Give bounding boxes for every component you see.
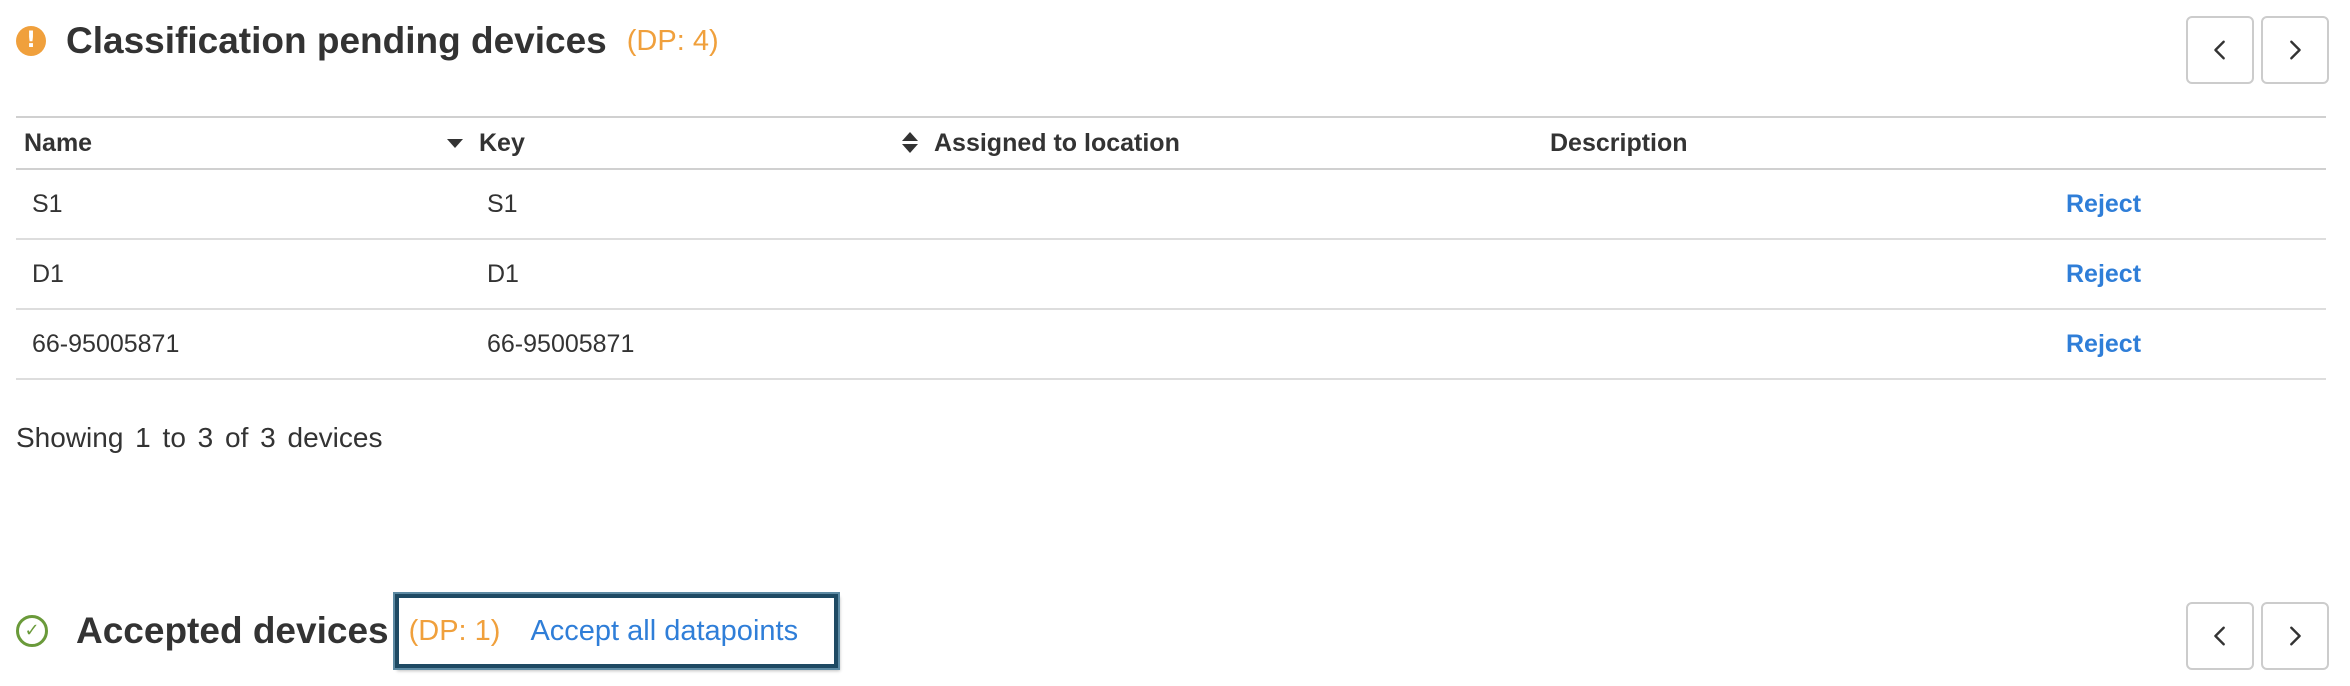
table-row: D1 D1 Reject <box>16 240 2326 310</box>
cell-key: 66-95005871 <box>487 329 635 358</box>
column-header-key-label: Key <box>479 128 525 157</box>
sort-unsorted-icon <box>902 132 918 154</box>
column-header-location: Assigned to location <box>926 118 1542 168</box>
pending-next-page-button[interactable] <box>2261 16 2329 84</box>
chevron-right-icon <box>2290 626 2301 646</box>
accepted-pager <box>2186 602 2336 670</box>
reject-link[interactable]: Reject <box>2066 330 2141 358</box>
column-header-description-label: Description <box>1550 128 1688 157</box>
cell-name: 66-95005871 <box>32 329 180 358</box>
cell-key: D1 <box>487 259 519 288</box>
column-header-key[interactable]: Key <box>471 118 926 168</box>
reject-link[interactable]: Reject <box>2066 190 2141 218</box>
pending-devices-table: Name Key Assigned to location Descriptio… <box>16 116 2326 380</box>
chevron-right-icon <box>2290 40 2301 60</box>
column-header-location-label: Assigned to location <box>934 128 1180 157</box>
accepted-dp-count: (DP: 1) <box>408 614 501 647</box>
accepted-section-title: Accepted devices <box>76 610 389 651</box>
reject-link[interactable]: Reject <box>2066 260 2141 288</box>
column-header-name[interactable]: Name <box>16 118 471 168</box>
chevron-left-icon <box>2214 40 2225 60</box>
pending-dp-count: (DP: 4) <box>626 24 719 57</box>
table-row: 66-95005871 66-95005871 Reject <box>16 310 2326 380</box>
pending-pager <box>2186 16 2336 84</box>
table-header: Name Key Assigned to location Descriptio… <box>16 118 2326 170</box>
table-info-text: Showing 1 to 3 of 3 devices <box>16 422 383 453</box>
cell-name: S1 <box>32 189 63 218</box>
pending-section-header: ! Classification pending devices (DP: 4) <box>16 12 719 70</box>
accept-all-datapoints-link[interactable]: Accept all datapoints <box>530 615 798 648</box>
cell-name: D1 <box>32 259 64 288</box>
accepted-prev-page-button[interactable] <box>2186 602 2254 670</box>
accept-all-highlight: (DP: 1) Accept all datapoints <box>394 594 839 668</box>
pending-section-title: Classification pending devices <box>66 20 607 61</box>
pending-prev-page-button[interactable] <box>2186 16 2254 84</box>
accepted-next-page-button[interactable] <box>2261 602 2329 670</box>
chevron-left-icon <box>2214 626 2225 646</box>
column-header-description: Description <box>1542 118 2326 168</box>
warning-icon: ! <box>16 26 46 56</box>
table-row: S1 S1 Reject <box>16 170 2326 240</box>
page: ! Classification pending devices (DP: 4)… <box>0 0 2350 686</box>
sort-descending-icon <box>447 139 463 148</box>
check-circle-icon: ✓ <box>16 615 48 647</box>
column-header-name-label: Name <box>24 128 93 157</box>
cell-key: S1 <box>487 189 518 218</box>
accepted-section-header: ✓ Accepted devices (DP: 1) Accept all da… <box>16 594 839 668</box>
